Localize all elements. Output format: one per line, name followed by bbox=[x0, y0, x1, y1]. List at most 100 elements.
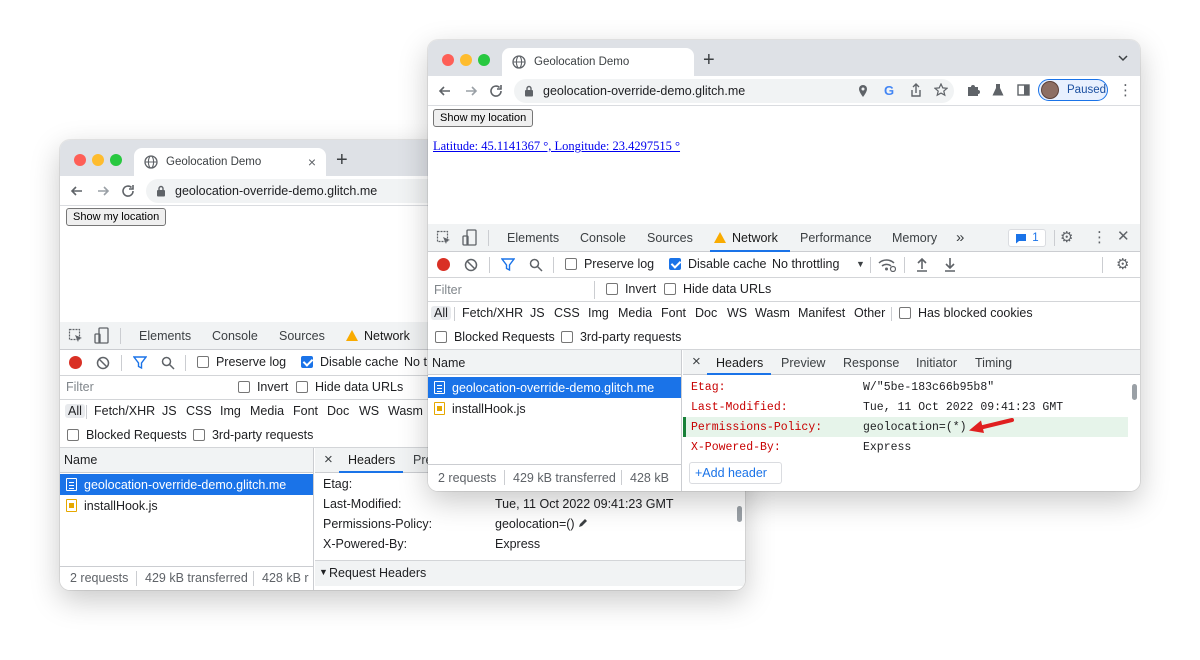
checkbox-unchecked[interactable] bbox=[296, 381, 308, 393]
filter-input[interactable]: Filter bbox=[66, 380, 226, 394]
record-icon[interactable] bbox=[437, 258, 450, 271]
checkbox-unchecked[interactable] bbox=[561, 331, 573, 343]
kebab-menu-icon[interactable]: ⋮ bbox=[1092, 228, 1107, 246]
type-filter-media[interactable]: Media bbox=[618, 306, 652, 320]
type-filter-js[interactable]: JS bbox=[162, 404, 177, 418]
hide-data-urls-checkbox[interactable]: Hide data URLs bbox=[664, 282, 771, 296]
scrollbar-thumb[interactable] bbox=[737, 506, 742, 522]
lab-flask-icon[interactable] bbox=[992, 83, 1004, 97]
type-filter-font[interactable]: Font bbox=[661, 306, 686, 320]
detail-close-icon[interactable]: × bbox=[692, 353, 701, 370]
browser-tab[interactable]: Geolocation Demo × bbox=[134, 148, 326, 176]
request-row[interactable]: installHook.js bbox=[428, 398, 681, 419]
maximize-window-button[interactable] bbox=[478, 54, 490, 66]
type-filter-ws[interactable]: WS bbox=[359, 404, 379, 418]
export-har-icon[interactable] bbox=[944, 257, 956, 272]
detail-tab-headers[interactable]: Headers bbox=[348, 453, 395, 467]
side-panel-icon[interactable] bbox=[1017, 84, 1030, 96]
throttling-select[interactable]: No throttling bbox=[772, 257, 839, 271]
filter-icon[interactable] bbox=[133, 356, 147, 370]
close-window-button[interactable] bbox=[74, 154, 86, 166]
forward-arrow-icon[interactable] bbox=[462, 82, 480, 100]
tab-network[interactable]: Network bbox=[714, 231, 778, 245]
more-tabs-icon[interactable]: » bbox=[956, 229, 964, 246]
checkbox-unchecked[interactable] bbox=[238, 381, 250, 393]
settings-gear-icon[interactable]: ⚙ bbox=[1060, 228, 1073, 246]
detail-tab-preview[interactable]: Preview bbox=[781, 356, 825, 370]
tab-sources[interactable]: Sources bbox=[279, 329, 325, 343]
kebab-menu-icon[interactable]: ⋮ bbox=[1118, 81, 1133, 99]
hide-data-urls-checkbox[interactable]: Hide data URLs bbox=[296, 380, 403, 394]
checkbox-unchecked[interactable] bbox=[197, 356, 209, 368]
new-tab-button[interactable]: + bbox=[703, 49, 715, 72]
tab-network[interactable]: Network bbox=[346, 329, 410, 343]
third-party-checkbox[interactable]: 3rd-party requests bbox=[193, 428, 313, 442]
type-filter-all[interactable]: All bbox=[65, 404, 85, 418]
reload-icon[interactable] bbox=[487, 82, 505, 100]
detail-close-icon[interactable]: × bbox=[324, 451, 333, 468]
invert-checkbox[interactable]: Invert bbox=[606, 282, 656, 296]
detail-tab-response[interactable]: Response bbox=[843, 356, 899, 370]
detail-tab-initiator[interactable]: Initiator bbox=[916, 356, 957, 370]
request-row-selected[interactable]: geolocation-override-demo.glitch.me bbox=[428, 377, 681, 398]
type-filter-manifest[interactable]: Manifest bbox=[798, 306, 845, 320]
blocked-requests-checkbox[interactable]: Blocked Requests bbox=[435, 330, 555, 344]
has-blocked-cookies-checkbox[interactable]: Has blocked cookies bbox=[899, 306, 1033, 320]
location-result-link[interactable]: Latitude: 45.1141367 °, Longitude: 23.42… bbox=[433, 139, 680, 154]
new-tab-button[interactable]: + bbox=[336, 149, 348, 172]
tab-console[interactable]: Console bbox=[212, 329, 258, 343]
checkbox-unchecked[interactable] bbox=[899, 307, 911, 319]
device-toolbar-icon[interactable] bbox=[94, 327, 110, 344]
name-column-header[interactable]: Name bbox=[64, 453, 97, 467]
issues-badge[interactable]: 1 bbox=[1008, 229, 1046, 247]
type-filter-css[interactable]: CSS bbox=[186, 404, 212, 418]
type-filter-js[interactable]: JS bbox=[530, 306, 545, 320]
browser-tab[interactable]: Geolocation Demo bbox=[502, 48, 694, 76]
throttling-select[interactable]: No t bbox=[404, 355, 427, 369]
share-icon[interactable] bbox=[910, 83, 922, 98]
inspect-element-icon[interactable] bbox=[436, 230, 452, 246]
preserve-log-checkbox[interactable]: Preserve log bbox=[565, 257, 654, 271]
reload-icon[interactable] bbox=[119, 182, 137, 200]
scrollbar-thumb[interactable] bbox=[1132, 384, 1137, 400]
checkbox-checked[interactable] bbox=[301, 356, 313, 368]
minimize-window-button[interactable] bbox=[92, 154, 104, 166]
type-filter-img[interactable]: Img bbox=[588, 306, 609, 320]
inspect-element-icon[interactable] bbox=[68, 328, 84, 344]
name-column-header[interactable]: Name bbox=[432, 356, 465, 370]
minimize-window-button[interactable] bbox=[460, 54, 472, 66]
type-filter-doc[interactable]: Doc bbox=[327, 404, 349, 418]
import-har-icon[interactable] bbox=[916, 257, 928, 272]
disable-cache-checkbox[interactable]: Disable cache bbox=[669, 257, 766, 271]
type-filter-fetch-xhr[interactable]: Fetch/XHR bbox=[94, 404, 155, 418]
profile-button[interactable]: Paused bbox=[1038, 79, 1108, 101]
close-devtools-icon[interactable]: ✕ bbox=[1117, 227, 1130, 245]
checkbox-unchecked[interactable] bbox=[664, 283, 676, 295]
preserve-log-checkbox[interactable]: Preserve log bbox=[197, 355, 286, 369]
request-row-selected[interactable]: geolocation-override-demo.glitch.me bbox=[60, 474, 313, 495]
chevron-down-icon[interactable] bbox=[1118, 55, 1128, 62]
network-conditions-icon[interactable] bbox=[878, 258, 896, 272]
checkbox-unchecked[interactable] bbox=[67, 429, 79, 441]
type-filter-img[interactable]: Img bbox=[220, 404, 241, 418]
extensions-puzzle-icon[interactable] bbox=[966, 83, 980, 97]
checkbox-unchecked[interactable] bbox=[435, 331, 447, 343]
device-toolbar-icon[interactable] bbox=[462, 229, 478, 246]
record-icon[interactable] bbox=[69, 356, 82, 369]
blocked-requests-checkbox[interactable]: Blocked Requests bbox=[67, 428, 187, 442]
tab-performance[interactable]: Performance bbox=[800, 231, 872, 245]
type-filter-fetch-xhr[interactable]: Fetch/XHR bbox=[462, 306, 523, 320]
detail-tab-headers[interactable]: Headers bbox=[716, 356, 763, 370]
dropdown-triangle-icon[interactable]: ▼ bbox=[856, 259, 865, 269]
type-filter-doc[interactable]: Doc bbox=[695, 306, 717, 320]
third-party-checkbox[interactable]: 3rd-party requests bbox=[561, 330, 681, 344]
tab-elements[interactable]: Elements bbox=[507, 231, 559, 245]
filter-icon[interactable] bbox=[501, 258, 515, 272]
type-filter-font[interactable]: Font bbox=[293, 404, 318, 418]
tab-sources[interactable]: Sources bbox=[647, 231, 693, 245]
type-filter-css[interactable]: CSS bbox=[554, 306, 580, 320]
tab-elements[interactable]: Elements bbox=[139, 329, 191, 343]
checkbox-unchecked[interactable] bbox=[606, 283, 618, 295]
back-arrow-icon[interactable] bbox=[436, 82, 454, 100]
filter-input[interactable]: Filter bbox=[434, 283, 594, 297]
